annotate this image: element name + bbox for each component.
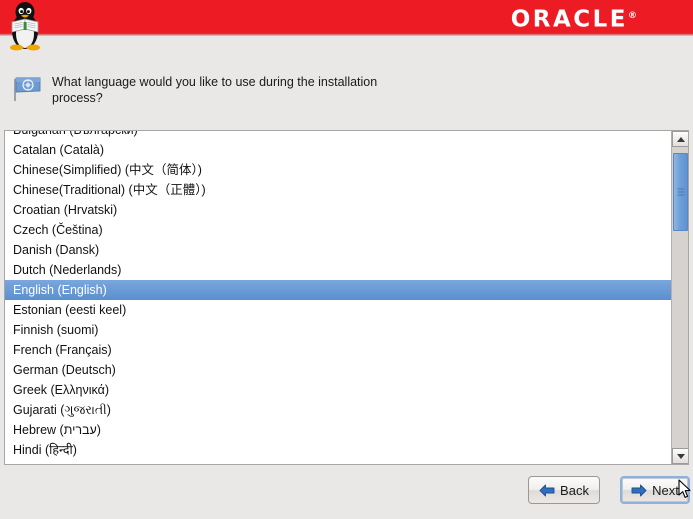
language-list-items: Bulgarian (Български) Catalan (Català) Chi… — [5, 131, 672, 460]
list-item[interactable]: English (English) — [5, 280, 672, 300]
list-item-label: Greek (Ελληνικά) — [13, 383, 109, 397]
list-item-label: French (Français) — [13, 343, 112, 357]
scrollbar-thumb[interactable] — [673, 153, 688, 231]
list-item[interactable]: Croatian (Hrvatski) — [5, 200, 672, 220]
back-button-label: Back — [560, 482, 589, 498]
next-button[interactable]: Next — [620, 476, 690, 504]
tux-penguin-icon — [10, 2, 40, 51]
list-item[interactable]: Chinese(Traditional) (中文（正體）) — [5, 180, 672, 200]
arrow-left-icon — [539, 484, 555, 496]
list-item-label: German (Deutsch) — [13, 363, 116, 377]
chevron-up-icon — [676, 136, 685, 142]
list-item[interactable]: French (Français) — [5, 340, 672, 360]
language-list-viewport[interactable]: Bulgarian (Български) Catalan (Català) Chi… — [5, 131, 672, 464]
list-item-label: Finnish (suomi) — [13, 323, 99, 337]
prompt-text: What language would you like to use duri… — [52, 75, 378, 105]
list-item-label: Dutch (Nederlands) — [13, 263, 122, 277]
list-item-label: Croatian (Hrvatski) — [13, 203, 118, 217]
list-item[interactable]: Estonian (eesti keel) — [5, 300, 672, 320]
list-item-label: Estonian (eesti keel) — [13, 303, 127, 317]
language-list-scrollbar[interactable] — [671, 131, 688, 464]
list-item-label: Catalan (Català) — [13, 143, 105, 157]
prompt-row: What language would you like to use duri… — [0, 62, 693, 118]
scroll-up-button[interactable] — [672, 131, 688, 147]
installer-window: ORACLE® What language would you like to … — [0, 0, 693, 519]
list-item[interactable]: Chinese(Simplified) (中文（简体）) — [5, 160, 672, 180]
list-item-label: Chinese(Simplified) (中文（简体）) — [13, 163, 202, 177]
next-button-label: Next — [652, 482, 679, 498]
registered-mark: ® — [628, 11, 637, 21]
list-item-label: Czech (Čeština) — [13, 223, 103, 237]
header-divider — [0, 33, 693, 36]
list-item[interactable]: Czech (Čeština) — [5, 220, 672, 240]
list-item[interactable]: Hindi (हिन्दी) — [5, 440, 672, 460]
list-item[interactable]: Greek (Ελληνικά) — [5, 380, 672, 400]
list-item-label: Chinese(Traditional) (中文（正體）) — [13, 183, 206, 197]
language-list[interactable]: Bulgarian (Български) Catalan (Català) Chi… — [4, 130, 689, 465]
list-item[interactable]: German (Deutsch) — [5, 360, 672, 380]
app-header: ORACLE® — [0, 0, 693, 33]
list-item[interactable]: Catalan (Català) — [5, 140, 672, 160]
list-item-label: Hindi (हिन्दी) — [13, 443, 77, 457]
scrollbar-grip-icon — [677, 188, 684, 196]
oracle-logo: ORACLE® — [511, 5, 637, 32]
list-item[interactable]: Danish (Dansk) — [5, 240, 672, 260]
flag-icon — [14, 77, 41, 101]
list-item[interactable]: Finnish (suomi) — [5, 320, 672, 340]
list-item-label: Hebrew (עברית) — [13, 423, 101, 437]
list-item[interactable]: Gujarati (ગુજરાતી) — [5, 400, 672, 420]
arrow-right-icon — [631, 484, 647, 496]
list-item-label: Gujarati (ગુજરાતી) — [13, 403, 111, 417]
list-item-label: English (English) — [13, 283, 107, 297]
oracle-wordmark: ORACLE — [510, 6, 628, 33]
list-item[interactable]: Bulgarian (Български) — [5, 131, 672, 140]
list-item[interactable]: Dutch (Nederlands) — [5, 260, 672, 280]
list-item-label: Danish (Dansk) — [13, 243, 100, 257]
back-button[interactable]: Back — [528, 476, 600, 504]
list-item[interactable]: Hebrew (עברית) — [5, 420, 672, 440]
scroll-down-button[interactable] — [672, 448, 688, 464]
chevron-down-icon — [676, 453, 685, 459]
list-item-label: Bulgarian (Български) — [13, 131, 138, 137]
